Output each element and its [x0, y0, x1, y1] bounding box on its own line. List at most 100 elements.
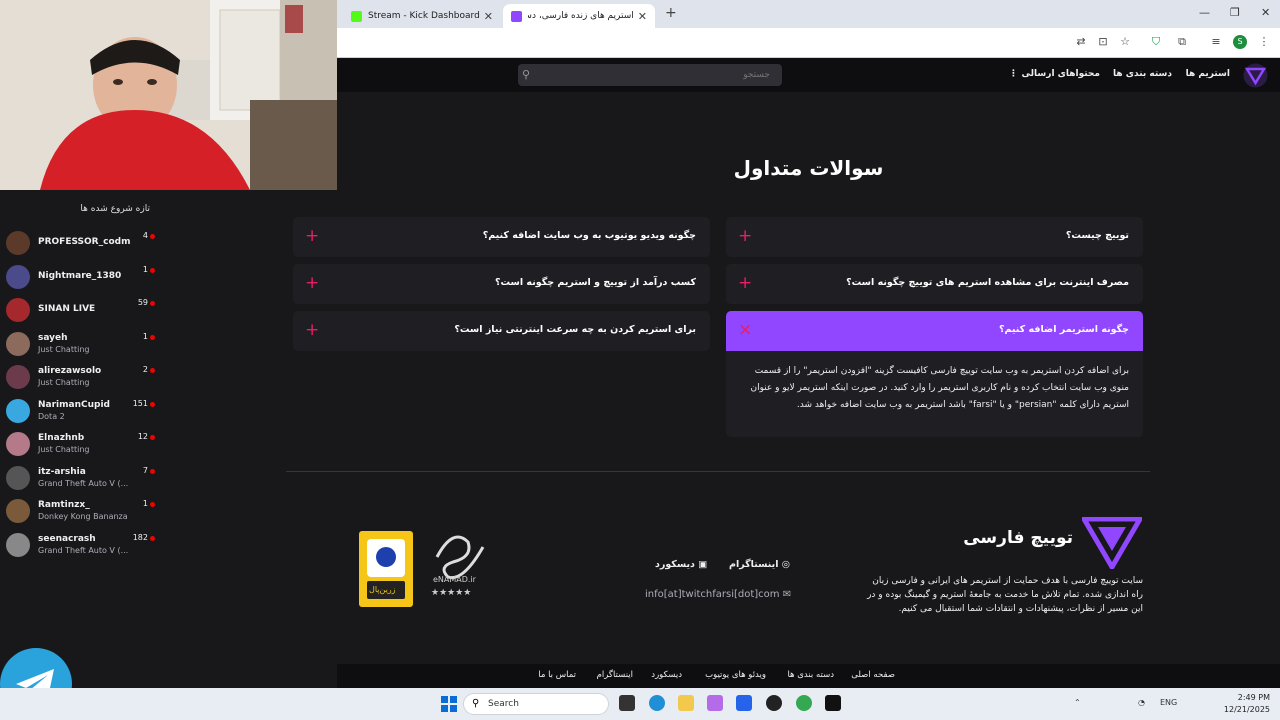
live-dot-icon	[150, 267, 155, 273]
bookmark-star-icon[interactable]: ☆	[1118, 35, 1132, 49]
restore-icon[interactable]: ❐	[1230, 6, 1240, 19]
close-tab-icon[interactable]: ✕	[484, 10, 493, 23]
nav-more-icon[interactable]: ⋮	[1009, 69, 1018, 79]
envelope-icon: ✉	[782, 589, 792, 600]
faq-item[interactable]: چگونه ویدیو یوتیوب به وب سایت اضافه کنیم…	[293, 217, 710, 257]
task-view-icon[interactable]	[619, 695, 635, 711]
zarinpal-badge[interactable]: زرین‌پال	[359, 531, 413, 607]
channel-row[interactable]: PROFESSOR_codm 4	[0, 228, 160, 258]
avatar	[6, 465, 30, 490]
extensions-icon[interactable]: ⧉	[1175, 35, 1189, 49]
close-tab-icon[interactable]: ✕	[638, 10, 647, 23]
expand-plus-icon[interactable]: +	[738, 226, 752, 246]
channel-row[interactable]: seenacrash Grand Theft Auto V (... 182	[0, 530, 160, 560]
search-input[interactable]	[542, 64, 778, 86]
footer-email[interactable]: info[at]twitchfarsi[dot]com ✉	[645, 589, 791, 600]
twitch-farsi-logo-icon[interactable]	[1243, 63, 1268, 88]
faq-item[interactable]: توییچ چیست؟ +	[726, 217, 1143, 257]
copilot-icon[interactable]	[707, 695, 723, 711]
profile-avatar[interactable]: S	[1233, 35, 1247, 49]
collapse-close-icon[interactable]: ×	[738, 320, 752, 340]
browser-menu-icon[interactable]: ⋮	[1257, 35, 1271, 49]
edge-icon[interactable]	[649, 695, 665, 711]
viewer-count: 59	[137, 298, 148, 307]
instagram-link[interactable]: ◎ اینستاگرام	[729, 559, 790, 570]
faq-item[interactable]: مصرف اینترنت برای مشاهده استریم های تویی…	[726, 264, 1143, 304]
viewer-count: 182	[132, 532, 148, 542]
viewer-count: 151	[132, 398, 148, 408]
media-controls-icon[interactable]: ≡	[1209, 35, 1223, 49]
expand-plus-icon[interactable]: +	[305, 226, 319, 246]
site-main: سوالات متداول توییچ چیست؟ + مصرف اینترنت…	[286, 92, 1280, 688]
network-icon[interactable]: ◔	[1138, 698, 1145, 707]
search-icon[interactable]: ⚲	[522, 68, 536, 82]
translate-icon[interactable]: ⇄	[1074, 35, 1088, 49]
channel-row[interactable]: sayeh Just Chatting 1	[0, 329, 160, 359]
tab-label: Stream - Kick Dashboard	[368, 11, 480, 21]
enamad-badge[interactable]: ★★★★★ eNAMAD.ir	[423, 517, 495, 607]
shield-extension-icon[interactable]: ⛉	[1149, 35, 1163, 49]
live-dot-icon	[150, 535, 155, 541]
expand-plus-icon[interactable]: +	[305, 320, 319, 340]
enamad-text: eNAMAD.ir	[433, 575, 476, 584]
windows-start-icon[interactable]	[441, 696, 457, 712]
install-app-icon[interactable]: ⊡	[1096, 35, 1110, 49]
live-dot-icon	[150, 234, 155, 239]
instagram-label: اینستاگرام	[729, 559, 779, 570]
footer-link-home[interactable]: صفحه اصلی	[851, 670, 895, 680]
tray-chevron-icon[interactable]: ⌃	[1074, 698, 1081, 707]
channel-row[interactable]: Ramtinzx_ Donkey Kong Bananza 1	[0, 496, 160, 526]
expand-plus-icon[interactable]: +	[738, 273, 752, 293]
clock-time: 2:49 PM	[1237, 693, 1270, 702]
viewer-count: 2	[142, 365, 148, 374]
nav-streams[interactable]: استریم ها	[1186, 69, 1230, 79]
channel-row[interactable]: Nightmare_1380 1	[0, 262, 160, 292]
new-tab-button[interactable]: +	[665, 5, 677, 21]
footer-link-contact[interactable]: تماس با ما	[538, 670, 576, 680]
channel-row[interactable]: SINAN LIVE 59	[0, 295, 160, 325]
twitch-farsi-favicon-icon	[511, 10, 522, 22]
discord-link[interactable]: ▣ دیسکورد	[655, 559, 707, 570]
store-icon[interactable]	[736, 695, 752, 711]
minimize-icon[interactable]: —	[1199, 6, 1210, 19]
live-dot-icon	[150, 401, 155, 407]
faq-item[interactable]: کسب درآمد از توییچ و استریم چگونه است؟ +	[293, 264, 710, 304]
file-explorer-icon[interactable]	[678, 695, 694, 711]
faq-item[interactable]: برای استریم کردن به چه سرعت اینترنتی نیا…	[293, 311, 710, 351]
live-dot-icon	[150, 368, 155, 373]
channel-row[interactable]: NarimanCupid Dota 2 151	[0, 396, 160, 426]
nav-submitted-content[interactable]: محتواهای ارسالی	[1022, 69, 1100, 79]
faq-question: برای استریم کردن به چه سرعت اینترنتی نیا…	[454, 324, 696, 335]
chrome-icon[interactable]	[796, 695, 812, 711]
live-channels-sidebar: تازه شروع شده ها PROFESSOR_codm 4 Nightmar…	[0, 190, 160, 688]
system-clock[interactable]: 2:49 PM 12/21/2025	[1224, 692, 1270, 716]
avatar	[6, 398, 30, 423]
expand-plus-icon[interactable]: +	[305, 273, 319, 293]
instagram-icon: ◎	[778, 559, 791, 570]
channel-row[interactable]: itz-arshia Grand Theft Auto V (... 7	[0, 463, 160, 493]
faq-question: چگونه استریمر اضافه کنیم؟	[998, 324, 1129, 335]
channel-row[interactable]: alirezawsolo Just Chatting 2	[0, 362, 160, 392]
discord-label: دیسکورد	[655, 559, 695, 570]
close-window-icon[interactable]: ✕	[1261, 6, 1270, 19]
avatar	[6, 231, 30, 255]
channel-row[interactable]: Elnazhnb Just Chatting 12	[0, 429, 160, 459]
footer-link-instagram[interactable]: اینستاگرام	[597, 670, 633, 680]
viewer-count: 4	[142, 231, 148, 240]
avatar	[6, 499, 30, 523]
channel-name: SINAN LIVE	[38, 304, 96, 314]
epic-games-icon[interactable]	[825, 695, 841, 711]
faq-question: مصرف اینترنت برای مشاهده استریم های تویی…	[846, 277, 1129, 288]
taskbar-search[interactable]: ⚲ Search	[463, 693, 609, 715]
footer-link-categories[interactable]: دسته بندی ها	[787, 670, 834, 680]
tab-twitch-farsi[interactable]: استریم های زنده فارسی، دسته بن... ✕	[503, 4, 655, 28]
obs-icon[interactable]	[766, 695, 782, 711]
language-indicator[interactable]: ENG	[1160, 698, 1177, 707]
footer-link-youtube-videos[interactable]: ویدئو های یوتیوب	[705, 670, 766, 680]
webcam-overlay	[0, 0, 337, 190]
faq-question: چگونه ویدیو یوتیوب به وب سایت اضافه کنیم…	[482, 230, 696, 241]
footer-link-discord[interactable]: دیسکورد	[651, 670, 682, 680]
faq-item-open[interactable]: چگونه استریمر اضافه کنیم؟ ×	[726, 311, 1143, 351]
tab-kick-dashboard[interactable]: Stream - Kick Dashboard ✕	[343, 4, 501, 28]
nav-categories[interactable]: دسته بندی ها	[1113, 69, 1172, 79]
